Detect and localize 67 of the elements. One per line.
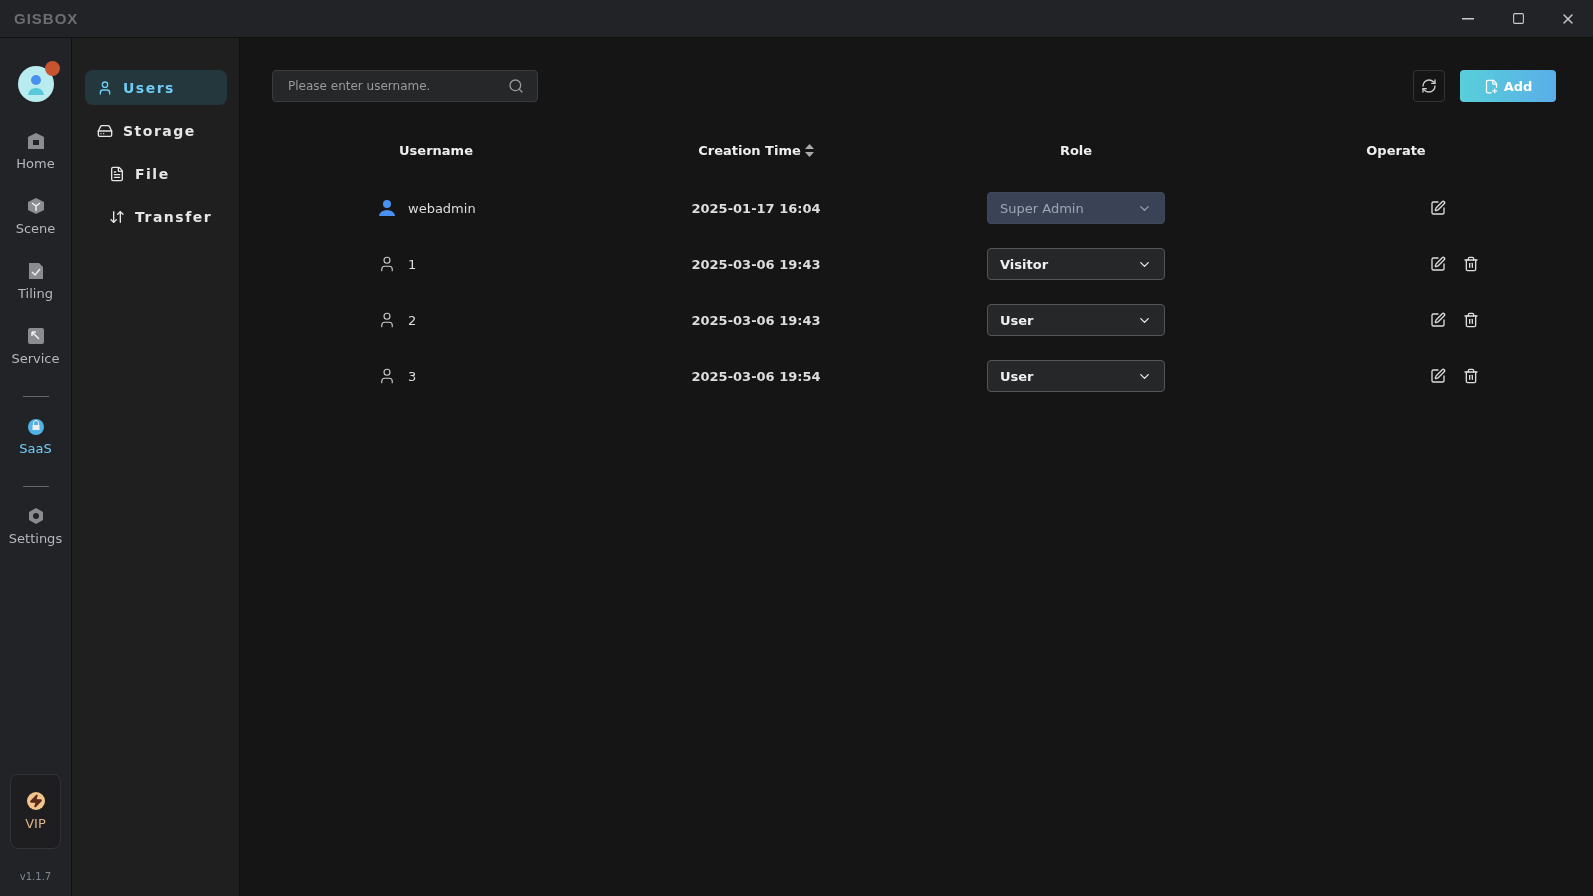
menu-item[interactable]: Users: [85, 70, 227, 105]
menu-item[interactable]: Storage: [85, 113, 227, 148]
menu-item[interactable]: Transfer: [85, 199, 227, 234]
username-cell: 2: [408, 312, 417, 328]
vip-button[interactable]: VIP: [10, 774, 61, 849]
search-icon: [508, 78, 524, 94]
nav-item[interactable]: Home: [3, 122, 68, 181]
trash-icon: [1463, 368, 1479, 384]
minimize-icon: [1462, 17, 1474, 20]
username-cell: webadmin: [408, 200, 476, 216]
user-icon: [97, 79, 113, 96]
role-select[interactable]: User: [987, 360, 1165, 392]
trash-icon: [1463, 256, 1479, 272]
sort-icon: [804, 143, 814, 157]
edit-icon: [1430, 200, 1446, 216]
search-field[interactable]: Please enter username.: [272, 70, 538, 102]
column-header: Username: [399, 141, 473, 160]
file-icon: [109, 165, 125, 182]
file-plus-icon: [1483, 78, 1499, 94]
user-outline-icon: [378, 255, 396, 273]
edit-button[interactable]: [1430, 368, 1446, 384]
edit-icon: [1430, 256, 1446, 272]
edit-icon: [1430, 368, 1446, 384]
storage-icon: [97, 122, 113, 139]
edit-button[interactable]: [1430, 200, 1446, 216]
role-select[interactable]: Visitor: [987, 248, 1165, 280]
trash-icon: [1463, 312, 1479, 328]
creation-time-cell: 2025-03-06 19:54: [691, 368, 821, 384]
nav-item[interactable]: Service: [3, 317, 68, 376]
column-header: Operate: [1366, 141, 1426, 160]
username-cell: 1: [408, 256, 417, 272]
nav-item[interactable]: Settings: [3, 497, 68, 556]
lightning-icon: [26, 792, 45, 810]
document-check-icon: [26, 262, 45, 280]
settings-icon: [26, 507, 45, 525]
house-icon: [26, 132, 45, 150]
user-outline-icon: [378, 311, 396, 329]
nav-item[interactable]: Scene: [3, 187, 68, 246]
nav-item[interactable]: Tiling: [3, 252, 68, 311]
arrow-square-icon: [26, 327, 45, 345]
menu-item[interactable]: File: [85, 156, 227, 191]
delete-button[interactable]: [1463, 312, 1479, 328]
role-select[interactable]: User: [987, 304, 1165, 336]
user-icon: [378, 199, 396, 217]
cube-icon: [26, 197, 45, 215]
lock-icon: [26, 417, 45, 435]
creation-time-cell: 2025-03-06 19:43: [691, 256, 821, 272]
creation-time-cell: 2025-01-17 16:04: [691, 200, 821, 216]
nav-item[interactable]: SaaS: [3, 407, 68, 466]
avatar[interactable]: [17, 66, 54, 102]
user-silhouette-icon: [25, 73, 46, 95]
refresh-icon: [1421, 78, 1437, 94]
delete-button[interactable]: [1463, 256, 1479, 272]
edit-button[interactable]: [1430, 256, 1446, 272]
column-header: Role: [1059, 141, 1093, 160]
delete-button[interactable]: [1463, 368, 1479, 384]
refresh-button[interactable]: [1413, 70, 1445, 102]
user-outline-icon: [378, 367, 396, 385]
version-label: v1.1.7: [19, 871, 52, 882]
username-cell: 3: [408, 368, 417, 384]
transfer-icon: [109, 208, 125, 225]
sortable-column-header[interactable]: Creation Time: [698, 138, 814, 162]
edit-button[interactable]: [1430, 312, 1446, 328]
app-logo: GISBOX: [14, 10, 79, 27]
creation-time-cell: 2025-03-06 19:43: [691, 312, 821, 328]
edit-icon: [1430, 312, 1446, 328]
maximize-icon: [1511, 12, 1525, 25]
